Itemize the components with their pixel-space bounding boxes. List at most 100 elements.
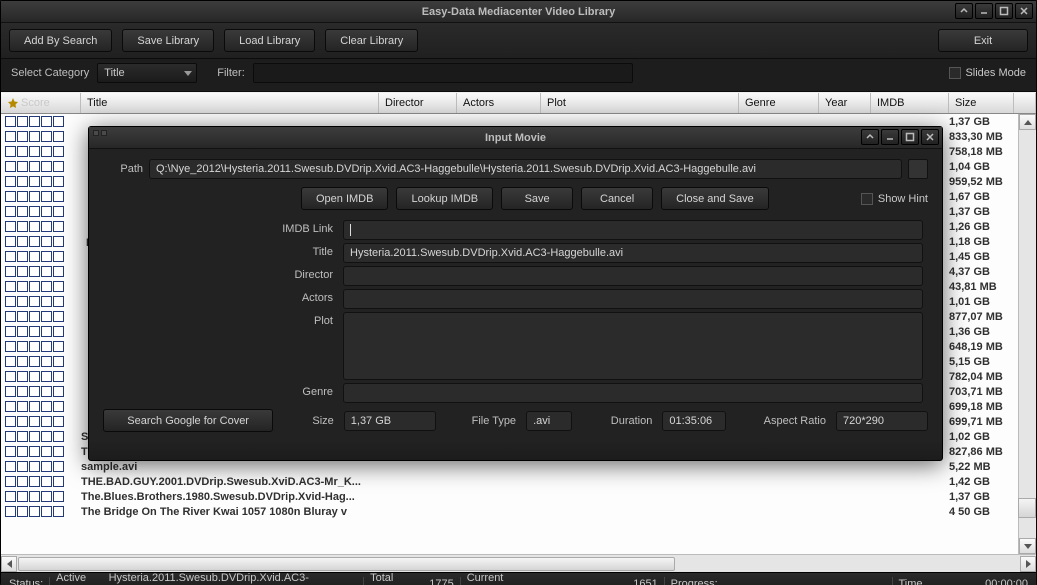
rating-star[interactable] xyxy=(17,431,28,442)
col-plot[interactable]: Plot xyxy=(541,93,739,113)
rating-star[interactable] xyxy=(17,116,28,127)
rating-star[interactable] xyxy=(5,311,16,322)
table-row[interactable]: The Bridge On The River Kwai 1057 1080n … xyxy=(1,504,1018,519)
rating-star[interactable] xyxy=(41,176,52,187)
director-input[interactable] xyxy=(343,266,923,286)
rating-star[interactable] xyxy=(5,371,16,382)
rating-star[interactable] xyxy=(5,446,16,457)
rating-star[interactable] xyxy=(41,401,52,412)
rating-star[interactable] xyxy=(41,386,52,397)
rating-star[interactable] xyxy=(53,506,64,517)
rating-star[interactable] xyxy=(41,221,52,232)
rating-star[interactable] xyxy=(29,266,40,277)
close-icon[interactable] xyxy=(1015,3,1033,19)
rating-star[interactable] xyxy=(29,341,40,352)
rating-star[interactable] xyxy=(5,266,16,277)
rating-star[interactable] xyxy=(29,446,40,457)
rating-star[interactable] xyxy=(17,176,28,187)
rating-star[interactable] xyxy=(53,476,64,487)
rating-star[interactable] xyxy=(29,311,40,322)
col-genre[interactable]: Genre xyxy=(739,93,819,113)
rating-star[interactable] xyxy=(5,191,16,202)
save-library-button[interactable]: Save Library xyxy=(122,29,214,52)
rating-star[interactable] xyxy=(53,311,64,322)
rating-star[interactable] xyxy=(5,386,16,397)
rating-star[interactable] xyxy=(41,461,52,472)
rating-star[interactable] xyxy=(5,281,16,292)
rating-star[interactable] xyxy=(5,116,16,127)
modal-cancel-button[interactable]: Cancel xyxy=(581,187,653,210)
rating-star[interactable] xyxy=(17,446,28,457)
aspect-ratio-input[interactable] xyxy=(836,411,928,431)
rating-star[interactable] xyxy=(17,236,28,247)
filetype-input[interactable] xyxy=(526,411,572,431)
rating-star[interactable] xyxy=(29,506,40,517)
hscroll-thumb[interactable] xyxy=(18,557,675,571)
rating-star[interactable] xyxy=(41,341,52,352)
rating-star[interactable] xyxy=(29,476,40,487)
duration-input[interactable] xyxy=(662,411,726,431)
rating-star[interactable] xyxy=(17,266,28,277)
rating-star[interactable] xyxy=(29,461,40,472)
rating-star[interactable] xyxy=(17,416,28,427)
rating-star[interactable] xyxy=(5,146,16,157)
col-size[interactable]: Size xyxy=(949,93,1014,113)
slides-mode-checkbox[interactable] xyxy=(949,67,961,79)
rating-star[interactable] xyxy=(41,281,52,292)
rating-star[interactable] xyxy=(29,356,40,367)
rating-star[interactable] xyxy=(5,341,16,352)
rating-star[interactable] xyxy=(29,431,40,442)
rating-star[interactable] xyxy=(41,506,52,517)
rating-star[interactable] xyxy=(29,221,40,232)
horizontal-scrollbar[interactable] xyxy=(1,554,1036,572)
rating-star[interactable] xyxy=(41,371,52,382)
rating-star[interactable] xyxy=(29,401,40,412)
rating-star[interactable] xyxy=(53,116,64,127)
rating-star[interactable] xyxy=(5,296,16,307)
search-google-cover-button[interactable]: Search Google for Cover xyxy=(103,409,273,432)
maximize-icon[interactable] xyxy=(995,3,1013,19)
rating-star[interactable] xyxy=(29,251,40,262)
lookup-imdb-button[interactable]: Lookup IMDB xyxy=(396,187,493,210)
rating-star[interactable] xyxy=(5,506,16,517)
rating-star[interactable] xyxy=(53,491,64,502)
rating-star[interactable] xyxy=(17,476,28,487)
rating-star[interactable] xyxy=(53,431,64,442)
rating-star[interactable] xyxy=(41,266,52,277)
rating-star[interactable] xyxy=(53,191,64,202)
rating-star[interactable] xyxy=(53,281,64,292)
close-and-save-button[interactable]: Close and Save xyxy=(661,187,769,210)
rating-star[interactable] xyxy=(53,356,64,367)
rating-star[interactable] xyxy=(5,431,16,442)
modal-close-icon[interactable] xyxy=(921,129,939,145)
rating-star[interactable] xyxy=(29,176,40,187)
show-hint-checkbox[interactable] xyxy=(861,193,873,205)
rating-star[interactable] xyxy=(17,296,28,307)
load-library-button[interactable]: Load Library xyxy=(224,29,315,52)
modal-restore-up-icon[interactable] xyxy=(861,129,879,145)
rating-star[interactable] xyxy=(53,386,64,397)
modal-maximize-icon[interactable] xyxy=(901,129,919,145)
rating-star[interactable] xyxy=(53,326,64,337)
genre-input[interactable] xyxy=(343,383,923,403)
rating-star[interactable] xyxy=(53,446,64,457)
col-director[interactable]: Director xyxy=(379,93,457,113)
rating-star[interactable] xyxy=(41,146,52,157)
rating-star[interactable] xyxy=(5,416,16,427)
rating-star[interactable] xyxy=(29,386,40,397)
add-by-search-button[interactable]: Add By Search xyxy=(9,29,112,52)
rating-star[interactable] xyxy=(53,266,64,277)
rating-star[interactable] xyxy=(17,206,28,217)
scroll-down-icon[interactable] xyxy=(1019,538,1036,554)
rating-star[interactable] xyxy=(29,146,40,157)
col-title[interactable]: Title xyxy=(81,93,379,113)
path-browse-button[interactable] xyxy=(908,159,928,179)
rating-star[interactable] xyxy=(53,146,64,157)
rating-star[interactable] xyxy=(41,326,52,337)
rating-star[interactable] xyxy=(17,191,28,202)
rating-star[interactable] xyxy=(41,356,52,367)
open-imdb-button[interactable]: Open IMDB xyxy=(301,187,388,210)
clear-library-button[interactable]: Clear Library xyxy=(325,29,418,52)
rating-star[interactable] xyxy=(17,281,28,292)
rating-star[interactable] xyxy=(29,296,40,307)
